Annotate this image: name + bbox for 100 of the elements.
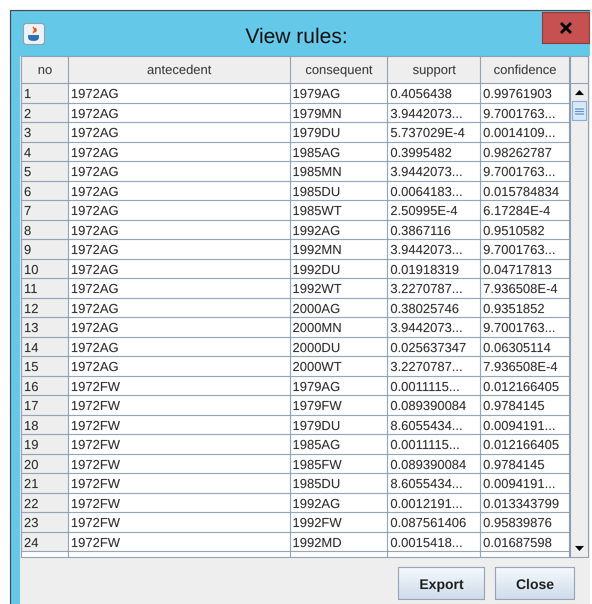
scroll-thumb[interactable] bbox=[572, 101, 587, 121]
column-header[interactable]: antecedent bbox=[68, 57, 291, 83]
dialog-button[interactable]: Close bbox=[495, 567, 575, 600]
table-cell: 1972AG bbox=[68, 84, 291, 104]
close-icon[interactable] bbox=[542, 12, 590, 44]
table-cell: 1972FW bbox=[68, 494, 291, 513]
table-cell: 1972AG bbox=[68, 123, 291, 142]
table-cell: 0.0011115... bbox=[388, 435, 482, 454]
table-cell: 1979DU bbox=[290, 123, 388, 142]
table-cell: 0.0012191... bbox=[388, 494, 482, 513]
table-cell: 2000AG bbox=[290, 298, 388, 318]
table-cell: 1985AG bbox=[290, 435, 388, 454]
column-header[interactable]: no bbox=[22, 57, 69, 83]
table-cell: 19 bbox=[22, 435, 69, 454]
table-cell: 1979FW bbox=[290, 396, 388, 416]
coffee-cup-icon[interactable] bbox=[23, 22, 45, 44]
table-cell: 1972FW bbox=[68, 454, 291, 474]
table-cell: 0.4056438 bbox=[388, 84, 482, 104]
table-cell: 1972AG bbox=[68, 201, 291, 220]
table-cell: 5 bbox=[22, 162, 69, 182]
table-cell: 1985AG bbox=[290, 142, 388, 162]
table-cell: 0.38025746 bbox=[388, 298, 482, 318]
table-cell: 1972AG bbox=[68, 104, 291, 123]
table-cell: 1985DU bbox=[290, 182, 388, 201]
table-cell: 9 bbox=[22, 240, 69, 260]
table-cell: 1972FW bbox=[68, 435, 291, 454]
table-cell: 7 bbox=[22, 201, 69, 220]
table-cell: 1972AG bbox=[68, 279, 291, 298]
table-cell: 8 bbox=[22, 220, 69, 240]
table-cell: 1972FW bbox=[68, 474, 291, 494]
table-cell: 0.025637347 bbox=[388, 338, 482, 357]
table-cell: 1972AG bbox=[68, 318, 291, 338]
table-cell: 13 bbox=[22, 318, 69, 338]
table-cell: 1972AG bbox=[68, 162, 291, 182]
window-title: View rules: bbox=[244, 24, 349, 48]
table-cell: 0.087561406 bbox=[388, 513, 482, 532]
column-header[interactable]: consequent bbox=[290, 57, 388, 83]
table-cell: 1985DU bbox=[290, 474, 388, 494]
table-cell: 1972FW bbox=[68, 513, 291, 532]
table-cell: 1992WT bbox=[290, 279, 388, 298]
table-cell: 2.50995E-4 bbox=[388, 201, 482, 220]
table-cell: 5.737029E-4 bbox=[388, 123, 482, 142]
table-cell: 17 bbox=[22, 396, 69, 416]
table-cell: 1 bbox=[22, 84, 69, 104]
table-cell: 1972AG bbox=[68, 298, 291, 318]
table-cell: 2000MN bbox=[290, 318, 388, 338]
table-cell: 1992AG bbox=[290, 220, 388, 240]
table-cell: 3.2270787... bbox=[388, 357, 482, 376]
table-cell: 1972FW bbox=[68, 416, 291, 435]
table-cell: 1992DU bbox=[290, 260, 388, 279]
table-cell: 0.3995482 bbox=[388, 142, 482, 162]
table-cell: 3.9442073... bbox=[388, 318, 482, 338]
table-cell: 3.9442073... bbox=[388, 240, 482, 260]
table-cell: 1992MN bbox=[290, 240, 388, 260]
table-cell: 1985MN bbox=[290, 162, 388, 182]
table-cell: 2000DU bbox=[290, 338, 388, 357]
table-cell: 1979MN bbox=[290, 104, 388, 123]
table-cell: 3.2270787... bbox=[388, 279, 482, 298]
table-cell: 2000WT bbox=[290, 357, 388, 376]
table-cell: 0.0015418... bbox=[388, 532, 482, 552]
dialog-button[interactable]: Export bbox=[398, 567, 485, 600]
table-cell: 3.9442073... bbox=[388, 162, 482, 182]
table-cell: 10 bbox=[22, 260, 69, 279]
table-cell: 1985FW bbox=[290, 454, 388, 474]
table-cell: 0.01918319 bbox=[388, 260, 482, 279]
table-cell: 1972FW bbox=[68, 396, 291, 416]
table-cell: 1979DU bbox=[290, 416, 388, 435]
table-cell: 11 bbox=[22, 279, 69, 298]
vertical-scrollbar[interactable] bbox=[570, 57, 588, 557]
table-cell: 1972FW bbox=[68, 532, 291, 552]
table-cell: 14 bbox=[22, 338, 69, 357]
table-cell: 0.089390084 bbox=[388, 396, 482, 416]
table-cell: 20 bbox=[22, 454, 69, 474]
table-cell: 2 bbox=[22, 104, 69, 123]
column-header[interactable]: support bbox=[388, 57, 482, 83]
table-cell: 1972AG bbox=[68, 260, 291, 279]
table-cell: 4 bbox=[22, 142, 69, 162]
table-cell: 8.6055434... bbox=[388, 416, 482, 435]
table-cell: 3 bbox=[22, 123, 69, 142]
table-cell: 6 bbox=[22, 182, 69, 201]
table-cell: 0.0064183... bbox=[388, 182, 482, 201]
table-cell: 1992AG bbox=[290, 494, 388, 513]
table-cell: 1972FW bbox=[68, 376, 291, 396]
table-cell: 16 bbox=[22, 376, 69, 396]
table-cell: 24 bbox=[22, 532, 69, 552]
table-cell: 1972AG bbox=[68, 357, 291, 376]
table-cell: 1972AG bbox=[68, 182, 291, 201]
table-cell: 1985WT bbox=[290, 201, 388, 220]
table-cell: 1979AG bbox=[290, 84, 388, 104]
table-cell: 0.089390084 bbox=[388, 454, 482, 474]
table-cell: 8.6055434... bbox=[388, 474, 482, 494]
table-cell: 1972AG bbox=[68, 220, 291, 240]
table-cell: 1972AG bbox=[68, 240, 291, 260]
table-cell: 21 bbox=[22, 474, 69, 494]
table-cell: 15 bbox=[22, 357, 69, 376]
table-cell: 12 bbox=[22, 298, 69, 318]
table-cell: 18 bbox=[22, 416, 69, 435]
table-cell: 22 bbox=[22, 494, 69, 513]
table-cell: 3.9442073... bbox=[388, 104, 482, 123]
table-cell: 0.3867116 bbox=[388, 220, 482, 240]
